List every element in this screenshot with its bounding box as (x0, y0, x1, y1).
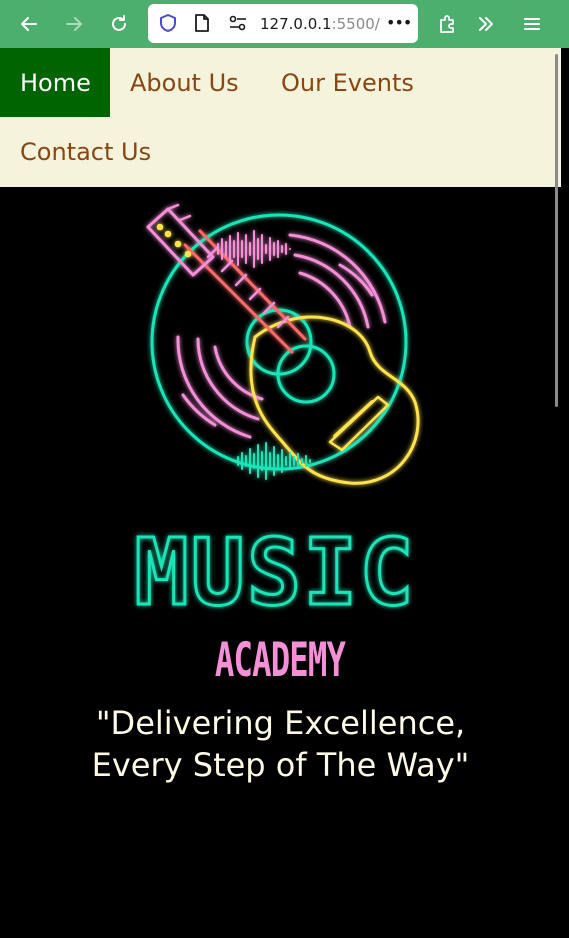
shield-icon[interactable] (158, 13, 178, 37)
hamburger-icon (524, 18, 540, 30)
forward-arrow-icon (66, 17, 82, 31)
url-port: :5500/ (331, 15, 380, 33)
nav-our-events[interactable]: Our Events (261, 48, 434, 117)
page-info-icon[interactable] (193, 13, 211, 37)
logo-word-academy: ACADEMY (215, 632, 346, 687)
logo-word-music: MUSIC (134, 519, 415, 626)
browser-toolbar: 127.0.0.1:5500// ••• (0, 0, 569, 48)
hero-tagline: "Delivering Excellence, Every Step of Th… (0, 702, 561, 786)
puzzle-icon (440, 15, 454, 33)
nav-home[interactable]: Home (0, 48, 110, 117)
back-button[interactable] (13, 8, 45, 40)
url-text[interactable]: 127.0.0.1:5500// (260, 15, 380, 33)
nav-contact-us[interactable]: Contact Us (0, 117, 171, 186)
back-arrow-icon (21, 17, 37, 31)
reload-button[interactable] (103, 8, 135, 40)
overflow-button[interactable] (470, 8, 502, 40)
site-nav: Home About Us Our Events Contact Us (0, 48, 561, 187)
tagline-line-1: "Delivering Excellence, (95, 704, 466, 742)
extensions-button[interactable] (431, 8, 463, 40)
url-host: 127.0.0.1 (260, 15, 332, 33)
reload-icon (112, 15, 126, 31)
permissions-icon[interactable] (228, 14, 248, 36)
page-actions-menu-icon[interactable]: ••• (386, 13, 412, 32)
double-chevron-icon (479, 17, 493, 31)
music-academy-logo: MUSIC ACADEMY (133, 203, 420, 687)
scrollbar-track[interactable] (561, 48, 569, 938)
address-bar[interactable]: 127.0.0.1:5500// ••• (148, 4, 418, 43)
tagline-line-2: Every Step of The Way" (91, 746, 470, 784)
nav-about-us[interactable]: About Us (110, 48, 259, 117)
forward-button[interactable] (58, 8, 90, 40)
app-menu-button[interactable] (516, 8, 548, 40)
